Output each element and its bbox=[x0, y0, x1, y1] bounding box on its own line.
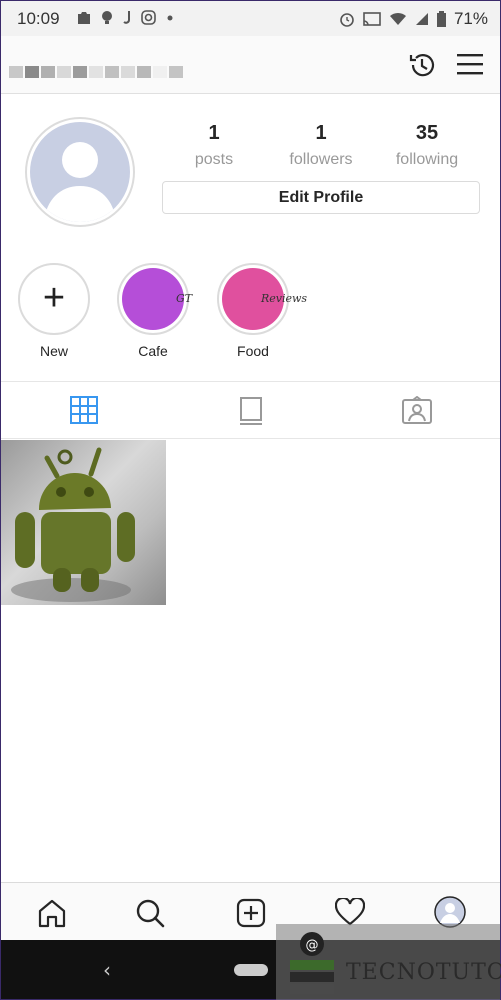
signal-icon bbox=[415, 13, 428, 25]
j-icon bbox=[123, 11, 130, 24]
svg-text:@: @ bbox=[306, 938, 319, 953]
archive-history-icon[interactable] bbox=[407, 50, 437, 80]
stat-posts[interactable]: 1 posts bbox=[164, 122, 264, 169]
wifi-icon bbox=[389, 12, 406, 25]
watermark-logo-icon: @ bbox=[290, 932, 334, 994]
battery-icon bbox=[436, 11, 446, 27]
add-post-icon[interactable] bbox=[236, 898, 266, 928]
watermark-text: TECNOTUTO bbox=[346, 960, 501, 985]
highlight-food[interactable]: Reviews Food bbox=[215, 263, 307, 359]
home-pill-icon[interactable] bbox=[234, 964, 268, 976]
bulb-icon bbox=[102, 11, 112, 24]
menu-icon[interactable] bbox=[457, 52, 483, 76]
highlight-label: Cafe bbox=[138, 343, 168, 359]
following-count: 35 bbox=[415, 122, 439, 144]
profile-tabs bbox=[1, 381, 500, 439]
new-highlight-ring[interactable]: + bbox=[18, 263, 90, 335]
grid-post[interactable] bbox=[1, 440, 166, 605]
posts-label: posts bbox=[194, 151, 234, 168]
heart-icon[interactable] bbox=[335, 898, 365, 926]
profile-avatar[interactable] bbox=[25, 117, 135, 227]
tagged-icon[interactable] bbox=[402, 396, 432, 424]
highlight-cover: Reviews bbox=[222, 268, 307, 330]
edit-profile-button[interactable]: Edit Profile bbox=[162, 181, 480, 214]
default-avatar-icon bbox=[44, 142, 116, 222]
highlight-cover: GT bbox=[122, 268, 192, 330]
highlight-cover-text: Reviews bbox=[260, 292, 308, 305]
battery-percent: 71% bbox=[453, 9, 488, 28]
instagram-icon bbox=[141, 10, 156, 25]
stat-following[interactable]: 35 following bbox=[377, 122, 477, 169]
following-label: following bbox=[395, 151, 459, 168]
highlight-cover-text: GT bbox=[175, 292, 193, 305]
highlight-cafe[interactable]: GT Cafe bbox=[115, 263, 192, 359]
dot-icon bbox=[167, 15, 173, 20]
igtv-icon[interactable] bbox=[239, 396, 263, 426]
grid-icon[interactable] bbox=[70, 396, 98, 424]
back-icon[interactable]: ‹ bbox=[103, 958, 111, 982]
plus-icon: + bbox=[42, 277, 66, 319]
highlight-new[interactable]: + New bbox=[16, 263, 92, 359]
highlight-ring[interactable]: Reviews bbox=[217, 263, 307, 335]
posts-count: 1 bbox=[208, 122, 220, 144]
cast-icon bbox=[363, 11, 381, 26]
highlight-label: Food bbox=[237, 343, 269, 359]
status-bar: 10:09 71% bbox=[1, 1, 500, 36]
alarm-icon bbox=[340, 13, 354, 27]
search-icon[interactable] bbox=[135, 898, 165, 928]
status-time: 10:09 bbox=[17, 9, 60, 28]
stat-followers[interactable]: 1 followers bbox=[271, 122, 371, 169]
username-redacted bbox=[9, 66, 183, 78]
highlight-ring[interactable]: GT bbox=[117, 263, 192, 335]
status-left-icons bbox=[77, 10, 174, 25]
watermark: @ TECNOTUTO bbox=[276, 924, 501, 1000]
status-right-icons: 71% bbox=[339, 9, 488, 29]
followers-label: followers bbox=[289, 151, 353, 168]
android-figure-photo bbox=[11, 447, 135, 602]
followers-count: 1 bbox=[315, 122, 327, 144]
home-icon[interactable] bbox=[37, 898, 67, 928]
photo-icon bbox=[78, 11, 90, 24]
profile-header bbox=[1, 36, 500, 94]
highlight-label: New bbox=[39, 343, 68, 359]
